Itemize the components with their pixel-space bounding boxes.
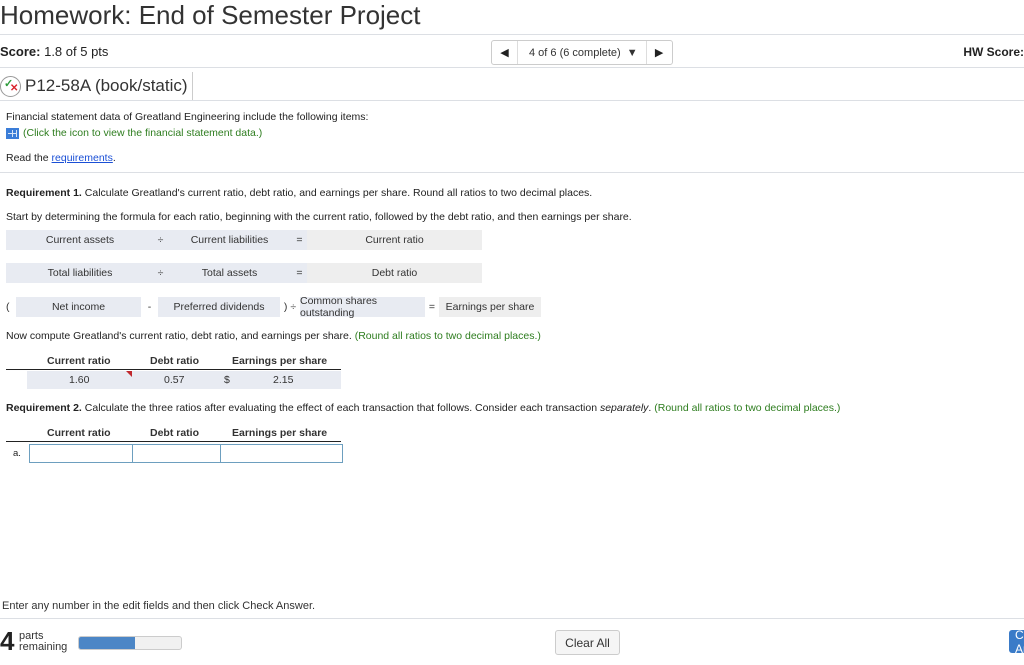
requirement-2-label: Requirement 2. <box>6 402 82 414</box>
formula-result[interactable]: Earnings per share <box>439 297 541 317</box>
remaining-label: remaining <box>19 641 68 653</box>
requirement-2-body: Calculate the three ratios after evaluat… <box>81 402 600 414</box>
requirement-1-label: Requirement 1. <box>6 187 82 199</box>
score-value: 1.8 of 5 pts <box>44 44 109 59</box>
financial-data-link[interactable]: (Click the icon to view the financial st… <box>6 127 262 139</box>
formula-result[interactable]: Debt ratio <box>307 263 482 283</box>
current-ratio-answer[interactable]: 1.60 <box>69 374 89 386</box>
divider <box>0 34 1024 35</box>
rounding-hint: (Round all ratios to two decimal places.… <box>654 402 841 414</box>
formula-select[interactable]: Total assets <box>167 263 292 283</box>
question-navigator: ◀ 4 of 6 (6 complete) ▼ ▶ <box>491 40 673 65</box>
table-rule <box>6 441 341 442</box>
question-position: 4 of 6 (6 complete) <box>529 46 621 59</box>
equals-sign: = <box>428 301 436 313</box>
compute-instruction: Now compute Greatland's current ratio, d… <box>6 330 541 342</box>
financial-data-link-text: (Click the icon to view the financial st… <box>23 127 263 139</box>
triangle-right-icon: ▶ <box>654 47 664 59</box>
divider <box>0 100 1024 101</box>
divider <box>0 618 1024 619</box>
column-header: Debt ratio <box>150 355 200 367</box>
question-title: ✓ ✕ P12-58A (book/static) <box>0 72 193 100</box>
column-header: Current ratio <box>47 355 111 367</box>
open-paren: ( <box>6 301 10 313</box>
check-answer-button[interactable]: Check Answer <box>1009 630 1024 653</box>
operator: ÷ <box>154 263 167 283</box>
caret-down-icon: ▼ <box>626 46 638 59</box>
column-header: Earnings per share <box>232 355 328 367</box>
incorrect-marker-icon <box>126 371 132 377</box>
current-ratio-input[interactable] <box>29 444 133 463</box>
requirement-2-text: Requirement 2. Calculate the three ratio… <box>6 402 840 414</box>
eps-answer[interactable]: 2.15 <box>273 374 293 386</box>
partial-correct-icon: ✓ ✕ <box>0 75 21 97</box>
score: Score: 1.8 of 5 pts <box>0 44 108 59</box>
question-select-dropdown[interactable]: 4 of 6 (6 complete) ▼ <box>517 41 647 64</box>
eps-formula: ( Net income - Preferred dividends ) ÷ C… <box>6 295 541 319</box>
divider <box>0 67 1024 68</box>
next-question-button[interactable]: ▶ <box>647 41 672 64</box>
rounding-hint: (Round all ratios to two decimal places.… <box>354 330 541 342</box>
answer-row: 1.60 0.57 $ 2.15 <box>27 371 341 389</box>
equals-sign: = <box>292 263 307 283</box>
table-rule <box>6 369 341 370</box>
formula-select[interactable]: Current liabilities <box>167 230 292 250</box>
formula-select[interactable]: Common shares outstanding <box>300 295 425 319</box>
previous-question-button[interactable]: ◀ <box>492 41 517 64</box>
row-label: a. <box>13 448 21 459</box>
read-prefix: Read the <box>6 152 52 164</box>
clear-all-button[interactable]: Clear All <box>555 630 620 655</box>
table-icon[interactable] <box>6 127 19 139</box>
operator: - <box>147 301 152 313</box>
footer-hint: Enter any number in the edit fields and … <box>2 600 316 612</box>
intro-text: Financial statement data of Greatland En… <box>6 111 369 123</box>
formula-select[interactable]: Preferred dividends <box>158 297 280 317</box>
column-header: Earnings per share <box>232 427 328 439</box>
divider <box>0 172 1024 173</box>
hw-score-label: HW Score: <box>963 45 1024 59</box>
triangle-left-icon: ◀ <box>500 47 509 59</box>
progress-bar <box>78 636 182 650</box>
operator: ÷ <box>154 230 167 250</box>
requirement-1-body: Calculate Greatland's current ratio, deb… <box>81 187 593 199</box>
read-requirements: Read the requirements. <box>6 152 116 164</box>
progress-fill <box>79 637 136 649</box>
current-ratio-formula: Current assets ÷ Current liabilities = C… <box>6 230 482 250</box>
column-header: Current ratio <box>47 427 111 439</box>
debt-ratio-answer[interactable]: 0.57 <box>164 374 184 386</box>
compute-text: Now compute Greatland's current ratio, d… <box>6 330 355 342</box>
operator: ) ÷ <box>283 301 297 313</box>
column-header: Debt ratio <box>150 427 200 439</box>
formula-result[interactable]: Current ratio <box>307 230 482 250</box>
read-suffix: . <box>112 152 116 164</box>
score-label: Score: <box>0 44 41 59</box>
parts-remaining-count: 4 <box>0 626 15 656</box>
eps-input[interactable] <box>220 444 343 463</box>
formula-select[interactable]: Total liabilities <box>6 263 154 283</box>
requirement-2-emphasis: separately <box>599 402 649 414</box>
formula-select[interactable]: Net income <box>16 297 141 317</box>
requirement-1-text: Requirement 1. Calculate Greatland's cur… <box>6 187 592 199</box>
formula-instructions: Start by determining the formula for eac… <box>6 211 632 223</box>
requirements-link[interactable]: requirements <box>52 152 113 164</box>
formula-select[interactable]: Current assets <box>6 230 154 250</box>
page-title: Homework: End of Semester Project <box>0 0 421 30</box>
question-id: P12-58A (book/static) <box>25 76 188 95</box>
parts-remaining-label: parts remaining <box>19 631 67 653</box>
currency-symbol: $ <box>224 374 230 386</box>
equals-sign: = <box>292 230 307 250</box>
debt-ratio-input[interactable] <box>132 444 221 463</box>
debt-ratio-formula: Total liabilities ÷ Total assets = Debt … <box>6 263 482 283</box>
